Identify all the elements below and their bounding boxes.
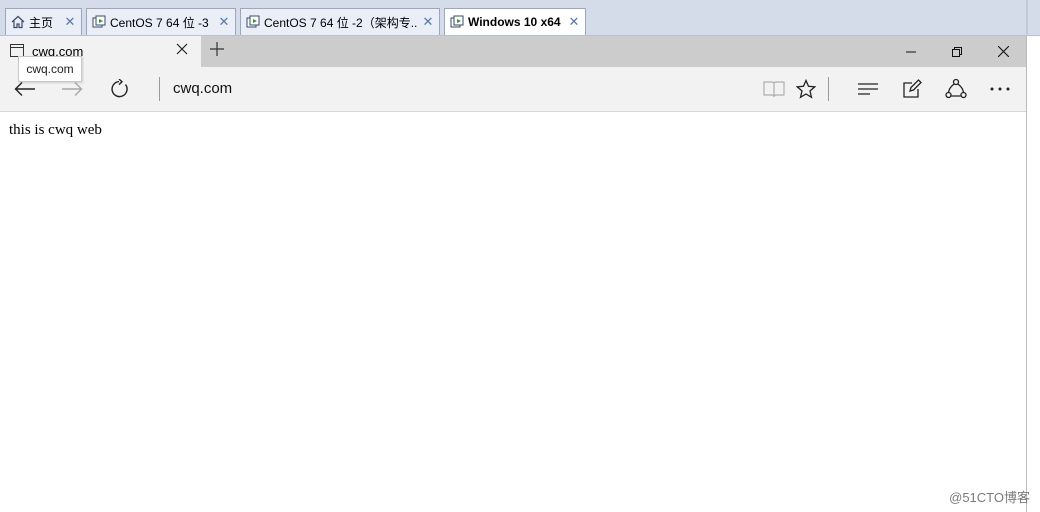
home-icon [10, 14, 26, 30]
vm-tab-home[interactable]: 主页 ✕ [5, 8, 82, 35]
vm-icon [91, 14, 107, 30]
minimize-button[interactable] [888, 36, 934, 67]
vm-icon [449, 14, 465, 30]
refresh-button[interactable] [100, 67, 140, 111]
separator [828, 77, 829, 101]
hub-button[interactable] [848, 67, 888, 111]
close-icon[interactable]: ✕ [217, 15, 231, 29]
web-note-button[interactable] [892, 67, 932, 111]
tab-tooltip: cwq.com [18, 56, 82, 82]
vm-tab-label: 主页 [29, 15, 54, 30]
window-border [1026, 36, 1027, 512]
close-icon[interactable]: ✕ [63, 15, 77, 29]
watermark: @51CTO博客 [949, 490, 1030, 505]
share-icon [945, 78, 967, 99]
star-icon [796, 79, 816, 99]
navigation-bar: cwq.com [0, 67, 1026, 112]
page-body-text: this is cwq web [9, 122, 102, 138]
new-tab-icon[interactable] [210, 39, 224, 62]
edge-titlebar: cwq.com [0, 36, 1026, 67]
close-window-button[interactable] [980, 36, 1026, 67]
close-icon[interactable]: ✕ [421, 15, 435, 29]
vm-tab-label: CentOS 7 64 位 -3 [110, 15, 209, 30]
reading-view-icon [763, 81, 785, 98]
close-icon[interactable]: ✕ [567, 15, 581, 29]
more-button[interactable] [980, 67, 1020, 111]
vm-tab-centos-2[interactable]: CentOS 7 64 位 -2（架构专... ✕ [240, 8, 440, 35]
web-note-icon [903, 79, 922, 98]
vm-tab-windows10[interactable]: Windows 10 x64 ✕ [444, 8, 586, 35]
vm-tab-centos-3[interactable]: CentOS 7 64 位 -3 ✕ [86, 8, 236, 35]
close-icon[interactable] [176, 42, 188, 59]
vm-tab-label: Windows 10 x64 [468, 15, 561, 29]
more-icon [990, 87, 1010, 91]
page-content: this is cwq web [0, 112, 1026, 512]
vm-icon [245, 14, 261, 30]
forward-arrow-icon [62, 82, 83, 96]
refresh-icon [111, 79, 128, 98]
vm-tab-bar: 主页 ✕ CentOS 7 64 位 -3 ✕ CentOS 7 64 位 -2… [0, 0, 1040, 36]
back-arrow-icon [14, 82, 35, 96]
restore-button[interactable] [934, 36, 980, 67]
separator [159, 77, 160, 101]
share-button[interactable] [936, 67, 976, 111]
hub-icon [858, 83, 878, 95]
vm-tab-label: CentOS 7 64 位 -2（架构专... [264, 15, 417, 30]
favorite-button[interactable] [786, 67, 826, 111]
address-bar[interactable]: cwq.com [173, 80, 232, 97]
